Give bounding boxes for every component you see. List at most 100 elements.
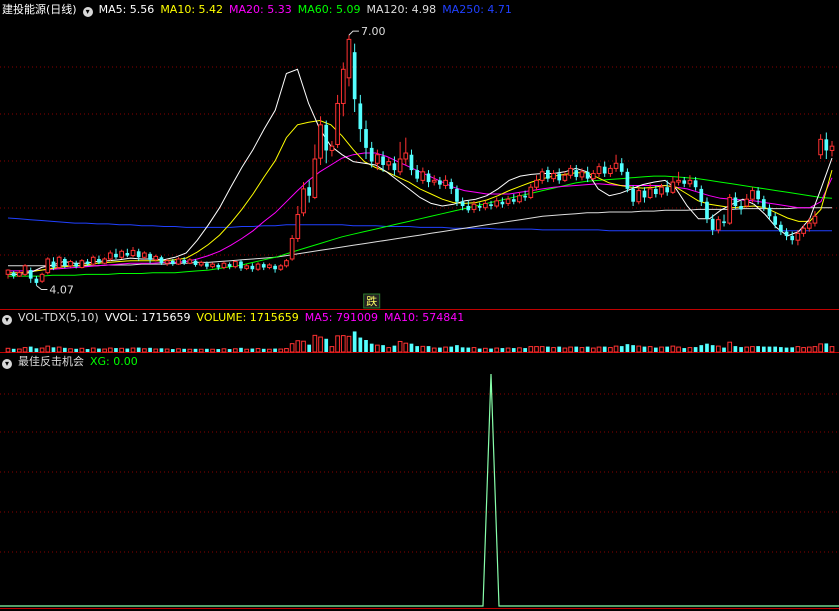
candle-body (806, 222, 812, 229)
volume-bar (824, 343, 829, 352)
volume-bar (647, 346, 653, 353)
volume-bar (705, 343, 709, 352)
candle-body (773, 216, 778, 225)
candle-body (39, 273, 45, 282)
candle-body (767, 207, 772, 217)
volume-bar (39, 347, 45, 353)
volume-bar (693, 347, 698, 352)
volume-bar (193, 348, 198, 352)
candle-body (574, 170, 579, 177)
volume-bar (386, 347, 392, 353)
candle-body (34, 278, 39, 283)
volume-bar (784, 347, 789, 352)
candle-body (687, 179, 693, 185)
volume-bar (239, 347, 243, 352)
volume-bar (381, 345, 385, 352)
volume-bar (579, 347, 585, 353)
volume-bar (767, 346, 772, 352)
volume-bar (273, 348, 277, 352)
candle-body (193, 260, 198, 265)
candle-body (232, 261, 238, 268)
volume-bar (74, 348, 79, 352)
candle-body (647, 188, 653, 198)
candle-body (22, 265, 28, 275)
volume-bar (761, 346, 766, 352)
volume-bar (489, 348, 493, 352)
volume-bar (45, 345, 51, 353)
candle-body (739, 206, 743, 210)
volume-bar (438, 347, 442, 352)
candle-body (801, 227, 806, 234)
volume-bar (790, 347, 795, 352)
volume-bar (22, 347, 28, 353)
candle-body (307, 187, 312, 196)
candle-body (733, 197, 738, 206)
candle-body (11, 272, 16, 277)
volume-bar (806, 346, 812, 353)
volume-bar (676, 346, 681, 353)
candle-body (28, 270, 33, 279)
candle-body (619, 163, 624, 172)
candle-body (68, 261, 73, 267)
volume-bar (517, 347, 522, 353)
volume-bar (364, 340, 368, 352)
candle-body (136, 251, 141, 258)
volume-bar (659, 346, 664, 353)
volume-bar (289, 343, 295, 353)
volume-bar (278, 348, 284, 353)
candle-body (676, 179, 681, 183)
candle-body (62, 258, 67, 266)
candle-body (255, 263, 261, 270)
candle-body (642, 190, 647, 198)
candle-body (420, 171, 426, 181)
candle-body (17, 272, 22, 277)
volume-bar (505, 347, 511, 353)
candle-body (239, 261, 243, 269)
candle-body (511, 199, 516, 202)
candle-body (369, 147, 374, 162)
candle-body (505, 198, 511, 204)
volume-bar (631, 345, 635, 352)
candle-body (613, 162, 619, 169)
candle-body (415, 170, 420, 179)
candle-body (107, 252, 113, 260)
candle-body (119, 250, 125, 258)
candle-body (824, 139, 829, 151)
candle-body (56, 256, 62, 269)
candle-body (665, 187, 670, 193)
candle-body (790, 235, 795, 241)
volume-bar (159, 348, 164, 352)
candle-body (795, 232, 801, 241)
volume-bar (227, 349, 232, 352)
candle-body (90, 256, 96, 265)
volume-bar (653, 347, 658, 352)
candle-body (102, 258, 107, 264)
candle-body (267, 264, 272, 269)
volume-bar (779, 347, 783, 352)
chart-canvas[interactable]: 7.00 4.07 跌 (0, 0, 839, 611)
candle-body (722, 221, 726, 224)
volume-bar (773, 346, 778, 352)
volume-bar (221, 348, 227, 353)
volume-bar (471, 347, 477, 353)
candle-body (403, 152, 409, 160)
volume-bar (358, 337, 363, 352)
candle-body (216, 264, 221, 268)
volume-bar (574, 346, 579, 352)
volume-bar (500, 348, 505, 352)
candle-body (261, 264, 266, 268)
volume-bar (590, 347, 596, 353)
volume-bar (375, 344, 380, 353)
candle-body (466, 206, 471, 211)
volume-bar (460, 347, 465, 352)
volume-bar (318, 336, 323, 353)
candle-body (568, 167, 573, 176)
volume-bar (136, 347, 141, 352)
volume-bar (210, 348, 215, 353)
candle-body (210, 263, 215, 268)
candle-body (375, 154, 380, 164)
candle-body (5, 269, 11, 275)
candle-body (546, 170, 550, 179)
candle-body (397, 158, 403, 173)
candle-body (784, 231, 789, 236)
